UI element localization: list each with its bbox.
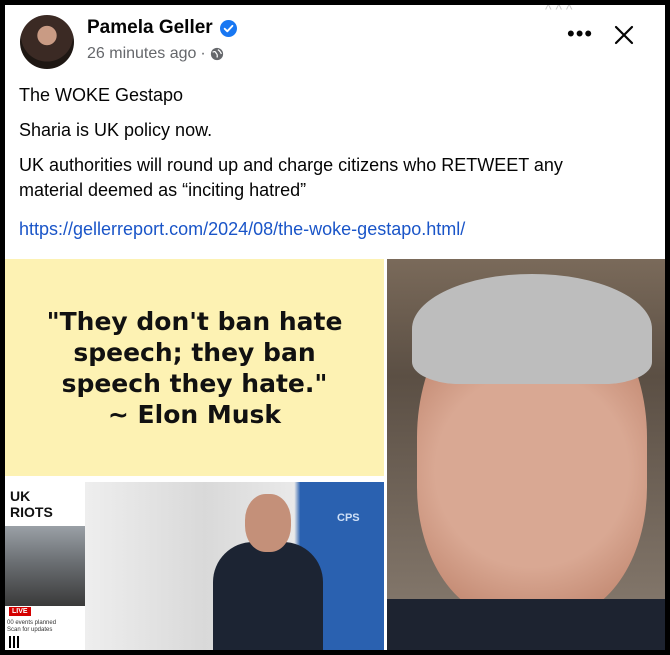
- riots-caption: 00 events planned Scan for updates: [7, 620, 57, 633]
- quote-image: "They don't ban hate speech; they ban sp…: [5, 259, 384, 476]
- author-name[interactable]: Pamela Geller: [87, 17, 213, 39]
- uk-riots-panel: UK RIOTS LIVE 00 events planned Scan for…: [5, 482, 85, 650]
- close-icon[interactable]: [612, 23, 636, 47]
- portrait-suit: [387, 599, 665, 650]
- post-link[interactable]: https://gellerreport.com/2024/08/the-wok…: [19, 217, 465, 242]
- uk-riots-title: UK RIOTS: [10, 488, 53, 520]
- post-text-line-2: Sharia is UK policy now.: [19, 120, 213, 140]
- portrait-photo: [387, 259, 665, 650]
- office-photo: CPS: [85, 482, 384, 650]
- meta-separator: ·: [200, 45, 206, 62]
- post-timestamp[interactable]: 26 minutes ago: [87, 45, 196, 63]
- post-text-line-1: The WOKE Gestapo: [19, 85, 184, 105]
- post-media[interactable]: "They don't ban hate speech; they ban sp…: [5, 259, 665, 650]
- quote-text: "They don't ban hate speech; they ban sp…: [46, 306, 343, 429]
- verified-badge-icon: [219, 19, 237, 37]
- qr-code-icon: [9, 636, 21, 648]
- globe-icon: [210, 47, 223, 61]
- riot-photo: [5, 526, 85, 606]
- author-row: Pamela Geller: [87, 17, 237, 39]
- faint-reaction-icons: ^ ^ ^: [545, 5, 573, 17]
- post-meta: 26 minutes ago ·: [87, 45, 224, 63]
- cps-logo: CPS: [337, 512, 360, 524]
- man-head: [245, 494, 291, 552]
- news-image: UK RIOTS LIVE 00 events planned Scan for…: [5, 482, 384, 650]
- man-suit: [213, 542, 323, 650]
- more-options-icon[interactable]: •••: [567, 21, 593, 47]
- avatar[interactable]: [20, 15, 74, 69]
- portrait-hair: [412, 274, 652, 384]
- post-card: ^ ^ ^ Pamela Geller 26 minutes ago · •••…: [5, 5, 665, 650]
- live-badge: LIVE: [9, 607, 31, 616]
- post-text-line-3: UK authorities will round up and charge …: [19, 155, 563, 200]
